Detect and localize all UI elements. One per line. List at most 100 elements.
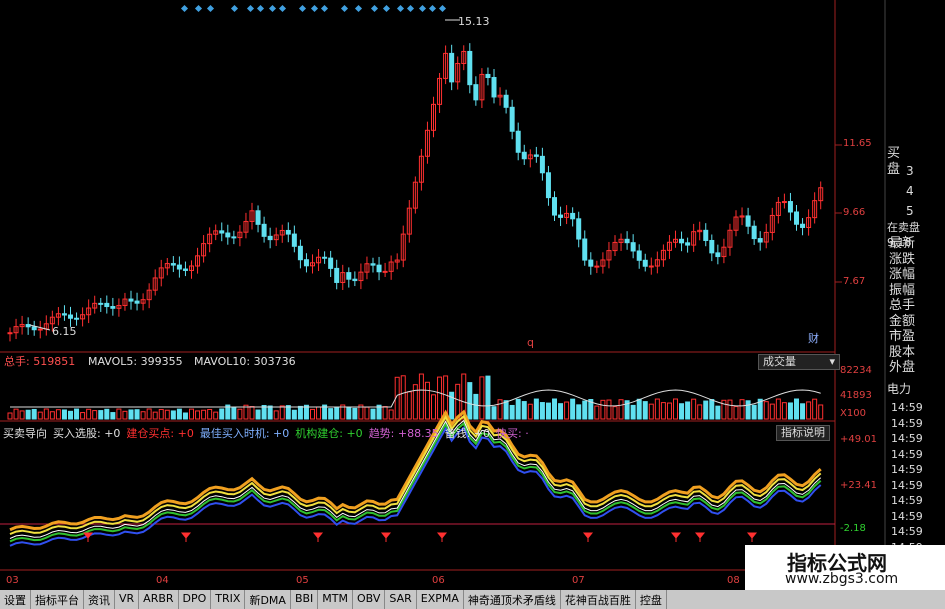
tab-14[interactable]: 花神百战百胜 <box>560 590 636 609</box>
candle-body <box>37 328 43 331</box>
volume-bar <box>431 394 436 420</box>
volume-bar <box>207 408 213 420</box>
tab-2[interactable]: 资讯 <box>84 590 115 609</box>
volume-axis-label-1: 82234 <box>840 365 872 376</box>
candle-body <box>303 259 309 267</box>
volume-bar <box>316 406 322 420</box>
volume-bar <box>818 404 824 420</box>
volume-bar <box>364 406 370 420</box>
indicator-tabs: 设置 指标平台 资讯 VR ARBR DPO TRIX 新DMA BBI MTM OBV SAR EXP… <box>0 590 945 609</box>
quote-field-1: 涨跌 <box>889 251 916 267</box>
price-axis-label-3: 7.67 <box>843 276 866 287</box>
tab-7[interactable]: 新DMA <box>245 590 291 609</box>
volume-bar <box>140 411 146 420</box>
quote-field-5: 金额 <box>889 313 916 329</box>
tick-time-1: 14:59 <box>891 416 923 430</box>
volume-bar <box>576 404 582 420</box>
candle-body <box>715 252 721 258</box>
buy-arrow <box>180 532 192 542</box>
tab-0[interactable]: 设置 <box>0 590 31 609</box>
volume-bar <box>400 375 406 420</box>
indicator-label-5: 趋势: +88.35 <box>368 427 439 440</box>
volume-bar <box>19 410 25 420</box>
volume-bar <box>25 409 31 420</box>
signal-diamond <box>396 4 405 13</box>
volume-bar <box>709 399 715 420</box>
candle-body <box>636 250 642 261</box>
candle-body <box>745 215 751 227</box>
candle-body <box>588 259 594 267</box>
candle-body <box>467 50 473 86</box>
volume-bar <box>509 404 515 420</box>
volume-bar <box>533 398 539 420</box>
marker-cai: 财 <box>808 332 819 345</box>
quote-field-4: 总手 <box>889 298 916 313</box>
signal-diamond <box>230 4 239 13</box>
volume-bar <box>49 411 55 420</box>
tab-3[interactable]: VR <box>115 590 140 609</box>
tab-13[interactable]: 神奇通顶术矛盾线 <box>463 590 561 609</box>
volume-bar <box>467 382 473 420</box>
tab-5[interactable]: DPO <box>178 590 212 609</box>
tab-1[interactable]: 指标平台 <box>31 590 84 609</box>
buy-arrow <box>312 532 324 542</box>
candle-body <box>576 218 582 240</box>
volume-bar <box>213 411 219 420</box>
volume-bar <box>201 409 207 420</box>
tab-8[interactable]: BBI <box>290 590 319 609</box>
volume-axis-label-3: X100 <box>840 408 866 419</box>
tab-12[interactable]: EXPMA <box>416 590 464 609</box>
volume-bar <box>673 398 678 420</box>
volume-bar <box>527 403 533 420</box>
volume-axis-label-2: 41893 <box>840 390 872 401</box>
volume-bar <box>231 406 237 420</box>
volume-bar <box>346 407 352 420</box>
volume-bar <box>594 405 600 420</box>
candle-body <box>255 210 261 225</box>
dianli-label: 电力 <box>887 382 912 396</box>
volume-bar <box>164 409 170 420</box>
candle-body <box>473 84 479 101</box>
level-3: 3 <box>906 164 914 178</box>
volume-bar <box>539 402 545 420</box>
buy-arrow <box>380 532 392 542</box>
tab-9[interactable]: MTM <box>318 590 353 609</box>
volume-bar <box>61 409 67 420</box>
indicator-axis-label-1: +49.01 <box>840 434 878 445</box>
indicator-explain-button[interactable]: 指标说明 <box>776 425 830 441</box>
candle-body <box>68 314 73 319</box>
tab-11[interactable]: SAR <box>385 590 417 609</box>
candle-body <box>182 268 188 271</box>
candle-body <box>503 94 509 108</box>
volume-bar <box>552 398 557 420</box>
volume-bar <box>733 406 739 420</box>
volume-bar <box>98 410 104 420</box>
price-low-label: 6.15 <box>52 325 77 338</box>
volume-bar <box>237 408 243 420</box>
date-label-07: 07 <box>572 575 585 586</box>
volume-bar <box>606 399 612 420</box>
signal-diamond <box>256 4 265 13</box>
volume-bar <box>424 381 430 420</box>
quote-field-6: 市盈 <box>889 329 916 344</box>
volume-bar <box>630 404 636 420</box>
signal-diamond <box>370 4 379 13</box>
volume-bar <box>146 408 152 420</box>
tab-6[interactable]: TRIX <box>211 590 246 609</box>
buy-header: 买盘 <box>887 146 901 177</box>
candle-body <box>485 73 491 79</box>
volume-bar <box>334 407 340 420</box>
stock-chart[interactable] <box>0 0 945 609</box>
candle-body <box>491 77 497 98</box>
signal-diamond <box>298 4 307 13</box>
indicator-dropdown[interactable]: 成交量 ▾ <box>758 354 840 370</box>
candle-body <box>515 130 521 153</box>
volume-bar <box>479 376 485 420</box>
tab-4[interactable]: ARBR <box>139 590 179 609</box>
tab-10[interactable]: OBV <box>353 590 386 609</box>
tab-15[interactable]: 控盘 <box>635 590 667 609</box>
watermark: 指标公式网 www.zbgs3.com <box>745 545 945 590</box>
volume-bar <box>195 410 201 420</box>
signal-diamond <box>340 4 349 13</box>
date-label-03: 03 <box>6 575 19 586</box>
